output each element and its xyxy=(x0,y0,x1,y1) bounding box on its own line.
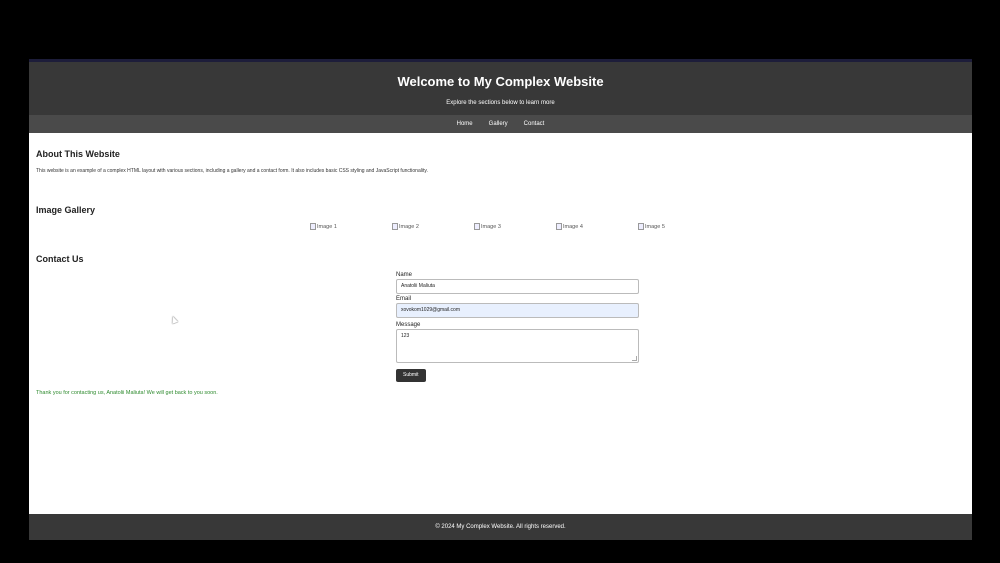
nav-link-contact[interactable]: Contact xyxy=(516,115,553,133)
success-message: Thank you for contacting us, Anatolii Ma… xyxy=(36,390,218,396)
site-footer: © 2024 My Complex Website. All rights re… xyxy=(29,514,972,540)
site-subtitle: Explore the sections below to learn more xyxy=(446,100,555,106)
browser-viewport: Welcome to My Complex Website Explore th… xyxy=(29,62,972,540)
broken-image-icon xyxy=(392,223,398,230)
image-alt-text: Image 1 xyxy=(317,223,337,230)
message-text: 123 xyxy=(401,333,410,339)
broken-image-icon xyxy=(310,223,316,230)
about-text: This website is an example of a complex … xyxy=(36,168,428,174)
nav-link-home[interactable]: Home xyxy=(449,115,481,133)
gallery-image-2[interactable]: Image 2 xyxy=(392,223,474,230)
email-label: Email xyxy=(396,296,412,302)
contact-heading: Contact Us xyxy=(36,254,84,264)
gallery-image-5[interactable]: Image 5 xyxy=(638,223,720,230)
image-alt-text: Image 5 xyxy=(645,223,665,230)
gallery-image-4[interactable]: Image 4 xyxy=(556,223,638,230)
mouse-cursor-icon xyxy=(169,315,179,324)
gallery-image-1[interactable]: Image 1 xyxy=(310,223,392,230)
site-header: Welcome to My Complex Website Explore th… xyxy=(29,62,972,115)
main-nav: Home Gallery Contact xyxy=(29,115,972,133)
broken-image-icon xyxy=(474,223,480,230)
about-heading: About This Website xyxy=(36,149,120,159)
resize-handle-icon[interactable] xyxy=(632,356,637,361)
name-field[interactable]: Anatolii Maliuta xyxy=(396,279,639,294)
message-textarea[interactable]: 123 xyxy=(396,329,639,363)
gallery-heading: Image Gallery xyxy=(36,205,96,215)
broken-image-icon xyxy=(556,223,562,230)
broken-image-icon xyxy=(638,223,644,230)
image-gallery: Image 1 Image 2 Image 3 Image 4 Image 5 xyxy=(310,223,720,230)
gallery-image-3[interactable]: Image 3 xyxy=(474,223,556,230)
name-label: Name xyxy=(396,272,413,278)
image-alt-text: Image 2 xyxy=(399,223,419,230)
site-title: Welcome to My Complex Website xyxy=(397,74,604,89)
footer-text: © 2024 My Complex Website. All rights re… xyxy=(435,524,566,530)
image-alt-text: Image 4 xyxy=(563,223,583,230)
nav-link-gallery[interactable]: Gallery xyxy=(481,115,516,133)
image-alt-text: Image 3 xyxy=(481,223,501,230)
contact-form: Name Anatolii Maliuta Email xovokom1029@… xyxy=(396,271,639,382)
submit-button[interactable]: Submit xyxy=(396,369,426,382)
message-label: Message xyxy=(396,322,421,328)
email-field[interactable]: xovokom1029@gmail.com xyxy=(396,303,639,318)
